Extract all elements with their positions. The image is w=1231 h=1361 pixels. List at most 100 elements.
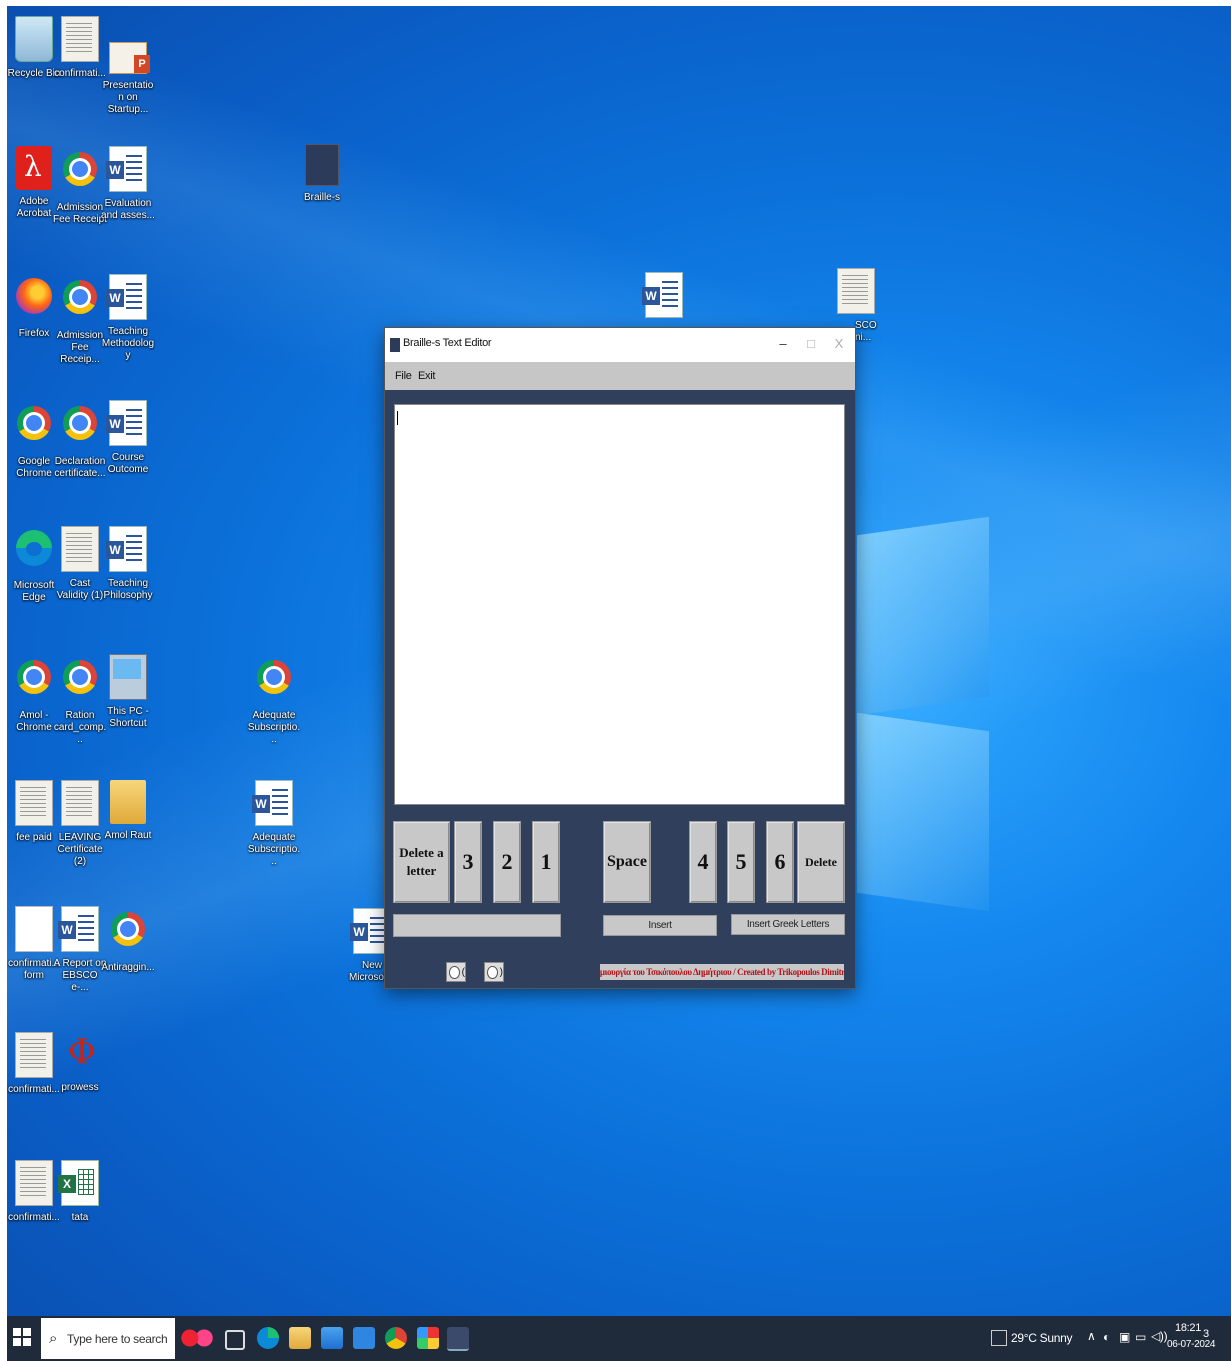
radio-circle — [487, 965, 498, 979]
app-icon — [390, 338, 400, 352]
windows-logo-icon — [13, 1338, 21, 1346]
desktop-icon-adequate-subscription-word[interactable]: Adequate Subscriptio... — [247, 780, 301, 868]
delete-button[interactable]: Delete — [797, 821, 845, 903]
start-button[interactable] — [13, 1328, 31, 1346]
task-view-icon[interactable] — [225, 1330, 245, 1350]
desktop-icon-label: LEAVING Certificate (2) — [57, 832, 103, 867]
maximize-button[interactable]: □ — [801, 334, 821, 354]
tray-display-icon[interactable]: ▭ — [1135, 1330, 1146, 1344]
dot-2-label: 2 — [501, 849, 513, 874]
title-bar[interactable]: Braille-s Text Editor – □ X — [385, 328, 855, 362]
desktop-icon-presentation[interactable]: Presentation on Startup... — [101, 42, 155, 116]
document-scan-icon — [15, 1160, 53, 1206]
insert-button[interactable]: Insert — [603, 915, 717, 936]
notification-count: 3 — [1203, 1328, 1209, 1340]
desktop-icon-this-pc[interactable]: This PC - Shortcut — [101, 654, 155, 730]
desktop-icon-antiragging[interactable]: Antiraggin... — [101, 906, 155, 974]
space-button[interactable]: Space — [603, 821, 651, 903]
braille-taskbar-icon[interactable] — [447, 1327, 469, 1351]
taskbar-search-box[interactable]: ⌕ Type here to search — [41, 1318, 175, 1359]
desktop-icon-leaving-certificate[interactable]: LEAVING Certificate (2) — [53, 780, 107, 868]
desktop-icon-label: confirmati... — [54, 68, 106, 79]
author-credit: Δημιουργία του Τσικόπουλου Δημήτριου / C… — [600, 964, 844, 980]
tray-app-icon[interactable]: ◐ — [1103, 1330, 1110, 1344]
desktop-icon-label: Adequate Subscriptio... — [247, 832, 301, 867]
desktop-icon-declaration[interactable]: Declaration certificate... — [53, 400, 107, 480]
desktop-icon-braille-s[interactable]: Braille-s — [295, 144, 349, 204]
text-editor-area[interactable] — [394, 404, 845, 805]
radio-option-b[interactable]: ) — [484, 962, 504, 982]
chrome-icon — [257, 660, 291, 694]
desktop-icon-report-ebsco[interactable]: A Report on EBSCO e-... — [53, 906, 107, 994]
desktop-icon-label: This PC - Shortcut — [107, 706, 149, 729]
desktop-icon-amol-raut[interactable]: Amol Raut — [101, 780, 155, 842]
edge-icon — [16, 530, 52, 566]
delete-label: Delete — [805, 854, 837, 869]
clock-date[interactable]: 06-07-2024 — [1167, 1339, 1215, 1350]
braille-dot-5-button[interactable]: 5 — [727, 821, 755, 903]
mail-icon[interactable] — [353, 1327, 375, 1349]
tray-network-icon[interactable]: ▣ — [1119, 1330, 1130, 1344]
flower-widget-icon[interactable] — [179, 1327, 215, 1349]
volume-icon[interactable]: ◁)) — [1151, 1329, 1168, 1343]
menu-bar: File Exit — [385, 362, 855, 390]
edge-taskbar-icon[interactable] — [257, 1327, 279, 1349]
desktop-icon-admission-fee-2[interactable]: Admission Fee Receip... — [53, 274, 107, 366]
file-explorer-icon[interactable] — [289, 1327, 311, 1349]
chrome-icon — [63, 660, 97, 694]
desktop-icon-teaching-philosophy[interactable]: Teaching Philosophy — [101, 526, 155, 602]
chevron-up-icon[interactable]: ∧ — [1087, 1329, 1096, 1343]
desktop-icon-label: Adequate Subscriptio... — [247, 710, 301, 745]
braille-dot-3-button[interactable]: 3 — [454, 821, 482, 903]
dot-4-label: 4 — [697, 849, 709, 874]
search-placeholder: Type here to search — [67, 1332, 168, 1346]
dot-3-label: 3 — [462, 849, 474, 874]
chrome-icon — [63, 152, 97, 186]
desktop-icon-confirmation[interactable]: confirmati... — [53, 16, 107, 80]
powerpoint-icon — [109, 42, 150, 74]
menu-exit[interactable]: Exit — [418, 370, 435, 382]
windows-logo-icon — [13, 1328, 21, 1336]
desktop-icon-label: Cast Validity (1) — [56, 578, 104, 601]
braille-dot-6-button[interactable]: 6 — [766, 821, 794, 903]
braille-dot-4-button[interactable]: 4 — [689, 821, 717, 903]
firefox-icon — [16, 278, 52, 314]
chrome-icon — [111, 912, 145, 946]
radio-circle — [449, 965, 460, 979]
chrome-taskbar-icon[interactable] — [385, 1327, 407, 1349]
prowess-icon — [62, 1032, 98, 1076]
clock-time[interactable]: 18:21 — [1175, 1322, 1201, 1334]
close-button[interactable]: X — [829, 334, 849, 354]
blank-document-icon — [15, 906, 53, 952]
delete-letter-button[interactable]: Delete a letter — [393, 821, 450, 903]
windows-logo-icon — [23, 1328, 31, 1336]
desktop-icon-adequate-subscription-chrome[interactable]: Adequate Subscriptio... — [247, 654, 301, 746]
braille-dot-2-button[interactable]: 2 — [493, 821, 521, 903]
desktop-icon-course-outcome[interactable]: Course Outcome — [101, 400, 155, 476]
desktop-icon-admission-fee[interactable]: Admission Fee Receipt — [53, 146, 107, 226]
document-scan-icon — [61, 780, 99, 826]
radio-option-a[interactable]: ( — [446, 962, 466, 982]
desktop-icon-word-partial[interactable] — [637, 272, 691, 318]
weather-text[interactable]: 29°C Sunny — [1011, 1331, 1072, 1345]
minimize-button[interactable]: – — [773, 334, 793, 354]
desktop-icon-evaluation[interactable]: Evaluation and asses... — [101, 146, 155, 222]
menu-file[interactable]: File — [395, 370, 412, 382]
document-scan-icon — [15, 780, 53, 826]
insert-greek-letters-button[interactable]: Insert Greek Letters — [731, 914, 845, 935]
store-icon[interactable] — [321, 1327, 343, 1349]
desktop-icon-label: Amol Raut — [104, 830, 152, 841]
desktop-icon-label: tata — [71, 1212, 89, 1223]
desktop-icon-teaching-methodology[interactable]: Teaching Methodology — [101, 274, 155, 362]
word-document-icon — [58, 906, 99, 952]
desktop-icon-ration-card[interactable]: Ration card_comp... — [53, 654, 107, 746]
desktop-icon-prowess[interactable]: prowess — [53, 1032, 107, 1094]
insert-greek-label: Insert Greek Letters — [746, 919, 830, 930]
desktop-icon-tata[interactable]: tata — [53, 1160, 107, 1224]
desktop-icon-cast-validity[interactable]: Cast Validity (1) — [53, 526, 107, 602]
colorful-app-icon[interactable] — [417, 1327, 439, 1349]
braille-dot-1-button[interactable]: 1 — [532, 821, 560, 903]
weather-icon[interactable] — [991, 1330, 1007, 1346]
system-tray: 29°C Sunny ∧ ◐ ▣ ▭ ◁)) 18:21 06-07-2024 … — [991, 1316, 1221, 1361]
dot-6-label: 6 — [774, 849, 786, 874]
